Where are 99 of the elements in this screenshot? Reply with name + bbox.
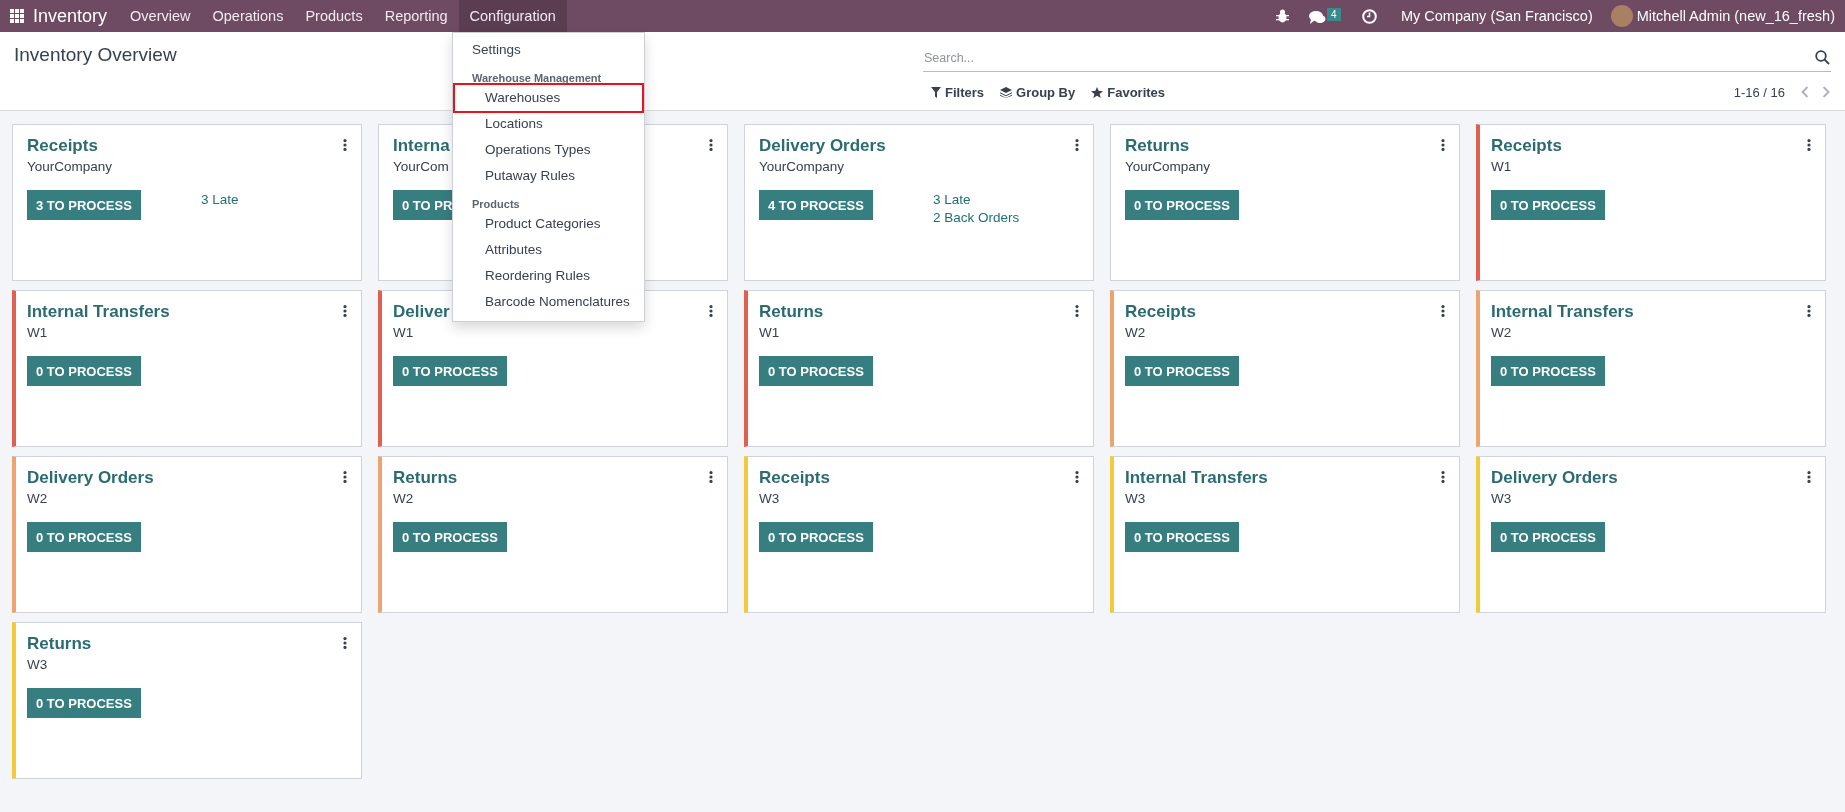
company-switcher[interactable]: My Company (San Francisco) [1390, 8, 1603, 24]
kebab-menu-icon[interactable] [1441, 139, 1445, 151]
card-subtitle: W1 [759, 325, 781, 340]
kebab-menu-icon[interactable] [343, 637, 347, 649]
to-process-button[interactable]: 0 TO PROCESS [759, 522, 873, 552]
card-title[interactable]: Receipts [1491, 136, 1562, 156]
group-by-button[interactable]: Group By [992, 81, 1084, 103]
bug-icon[interactable] [1275, 9, 1289, 23]
card-title[interactable]: Receipts [759, 468, 830, 488]
kebab-menu-icon[interactable] [343, 471, 347, 483]
to-process-button[interactable]: 0 TO PROCESS [393, 356, 507, 386]
star-icon [1091, 86, 1104, 98]
card-title[interactable]: Returns [759, 302, 824, 322]
to-process-button[interactable]: 4 TO PROCESS [759, 190, 873, 220]
card-title[interactable]: Returns [393, 468, 458, 488]
card-subtitle: W2 [1125, 325, 1147, 340]
card-subtitle: W3 [759, 491, 781, 506]
kebab-menu-icon[interactable] [1075, 305, 1079, 317]
kebab-menu-icon[interactable] [1807, 471, 1811, 483]
menu-item[interactable]: Products [294, 0, 374, 32]
search-icon[interactable] [1815, 49, 1830, 65]
dropdown-item[interactable]: Operations Types [455, 137, 642, 163]
search-field[interactable]: Search... [923, 46, 1831, 72]
card-subtitle: W1 [393, 325, 415, 340]
card-title[interactable]: Interna [393, 136, 450, 156]
card-title[interactable]: Delivery Orders [27, 468, 154, 488]
card-subtitle: YourCompany [27, 159, 114, 174]
kebab-menu-icon[interactable] [1441, 305, 1445, 317]
to-process-button[interactable]: 0 TO PROCESS [1491, 190, 1605, 220]
kebab-menu-icon[interactable] [1075, 139, 1079, 151]
card-subtitle: YourCom [393, 159, 450, 174]
to-process-button[interactable]: 0 TO PROCESS [1125, 356, 1239, 386]
card-title[interactable]: Delivery Orders [759, 136, 886, 156]
dropdown-item[interactable]: Warehouses [455, 85, 642, 111]
card-subtitle: YourCompany [1125, 159, 1212, 174]
kebab-menu-icon[interactable] [709, 305, 713, 317]
layers-icon [1000, 86, 1012, 98]
card-subtitle: YourCompany [759, 159, 846, 174]
app-name[interactable]: Inventory [24, 5, 120, 27]
card-subtitle: W3 [1125, 491, 1147, 506]
to-process-button[interactable]: 0 TO PROCESS [1491, 522, 1605, 552]
status-link[interactable]: 3 Late [933, 192, 1079, 207]
to-process-button[interactable]: 0 TO PROCESS [1125, 522, 1239, 552]
clock-icon[interactable] [1361, 8, 1377, 24]
pager-value[interactable]: 1-16 / 16 [1733, 84, 1785, 100]
card-subtitle: W3 [27, 657, 49, 672]
card-subtitle: W3 [1491, 491, 1513, 506]
card-subtitle: W1 [27, 325, 49, 340]
card-title[interactable]: Delivery Orders [1491, 468, 1618, 488]
to-process-button[interactable]: 0 TO PROCESS [759, 356, 873, 386]
dropdown-item[interactable]: Reordering Rules [455, 263, 642, 289]
apps-grid-icon[interactable] [10, 9, 24, 23]
menu-item[interactable]: Overview [119, 0, 202, 32]
dropdown-item[interactable]: Putaway Rules [455, 163, 642, 189]
menu-item[interactable]: Operations [201, 0, 295, 32]
card-subtitle: W2 [393, 491, 415, 506]
menu-section-header: Products [471, 197, 521, 211]
to-process-button[interactable]: 0 TO PROCESS [1125, 190, 1239, 220]
message-count-badge: 4 [1326, 8, 1341, 21]
card-subtitle: W2 [1491, 325, 1513, 340]
card-title[interactable]: Returns [27, 634, 92, 654]
kebab-menu-icon[interactable] [1807, 305, 1811, 317]
card-title[interactable]: Internal Transfers [27, 302, 170, 322]
card-title[interactable]: Returns [1125, 136, 1190, 156]
card-title[interactable]: Internal Transfers [1491, 302, 1634, 322]
status-link[interactable]: 3 Late [201, 192, 347, 207]
card-subtitle: W1 [1491, 159, 1513, 174]
filters-button[interactable]: Filters [923, 81, 992, 103]
to-process-button[interactable]: 0 TO PROCESS [27, 522, 141, 552]
dropdown-item[interactable]: Attributes [455, 237, 642, 263]
dropdown-item[interactable]: Settings [453, 37, 644, 63]
kebab-menu-icon[interactable] [343, 305, 347, 317]
kebab-menu-icon[interactable] [709, 139, 713, 151]
dropdown-item[interactable]: Barcode Nomenclatures [455, 289, 642, 315]
chat-icon[interactable] [1308, 10, 1326, 24]
card-title[interactable]: Receipts [27, 136, 98, 156]
page-title: Inventory Overview [14, 43, 177, 66]
card-subtitle: W2 [27, 491, 49, 506]
menu-item[interactable]: Reporting [373, 0, 459, 32]
card-title[interactable]: Receipts [1125, 302, 1196, 322]
menu-item[interactable]: Configuration [458, 0, 567, 32]
to-process-button[interactable]: 0 TO PROCESS [27, 688, 141, 718]
to-process-button[interactable]: 0 TO PROCESS [1491, 356, 1605, 386]
to-process-button[interactable]: 0 TO PROCESS [393, 522, 507, 552]
to-process-button[interactable]: 0 TO PROCESS [27, 356, 141, 386]
status-link[interactable]: 2 Back Orders [933, 210, 1079, 225]
kebab-menu-icon[interactable] [1075, 471, 1079, 483]
funnel-icon [931, 86, 941, 98]
kebab-menu-icon[interactable] [343, 139, 347, 151]
kebab-menu-icon[interactable] [709, 471, 713, 483]
user-menu[interactable]: Mitchell Admin (new_16_fresh) [1636, 8, 1835, 24]
favorites-button[interactable]: Favorites [1083, 81, 1174, 103]
dropdown-item[interactable]: Locations [455, 111, 642, 137]
kebab-menu-icon[interactable] [1441, 471, 1445, 483]
card-title[interactable]: Internal Transfers [1125, 468, 1268, 488]
to-process-button[interactable]: 3 TO PROCESS [27, 190, 141, 220]
menu-section-header: Warehouse Management [471, 71, 603, 85]
card-title[interactable]: Deliver [393, 302, 450, 322]
kebab-menu-icon[interactable] [1807, 139, 1811, 151]
